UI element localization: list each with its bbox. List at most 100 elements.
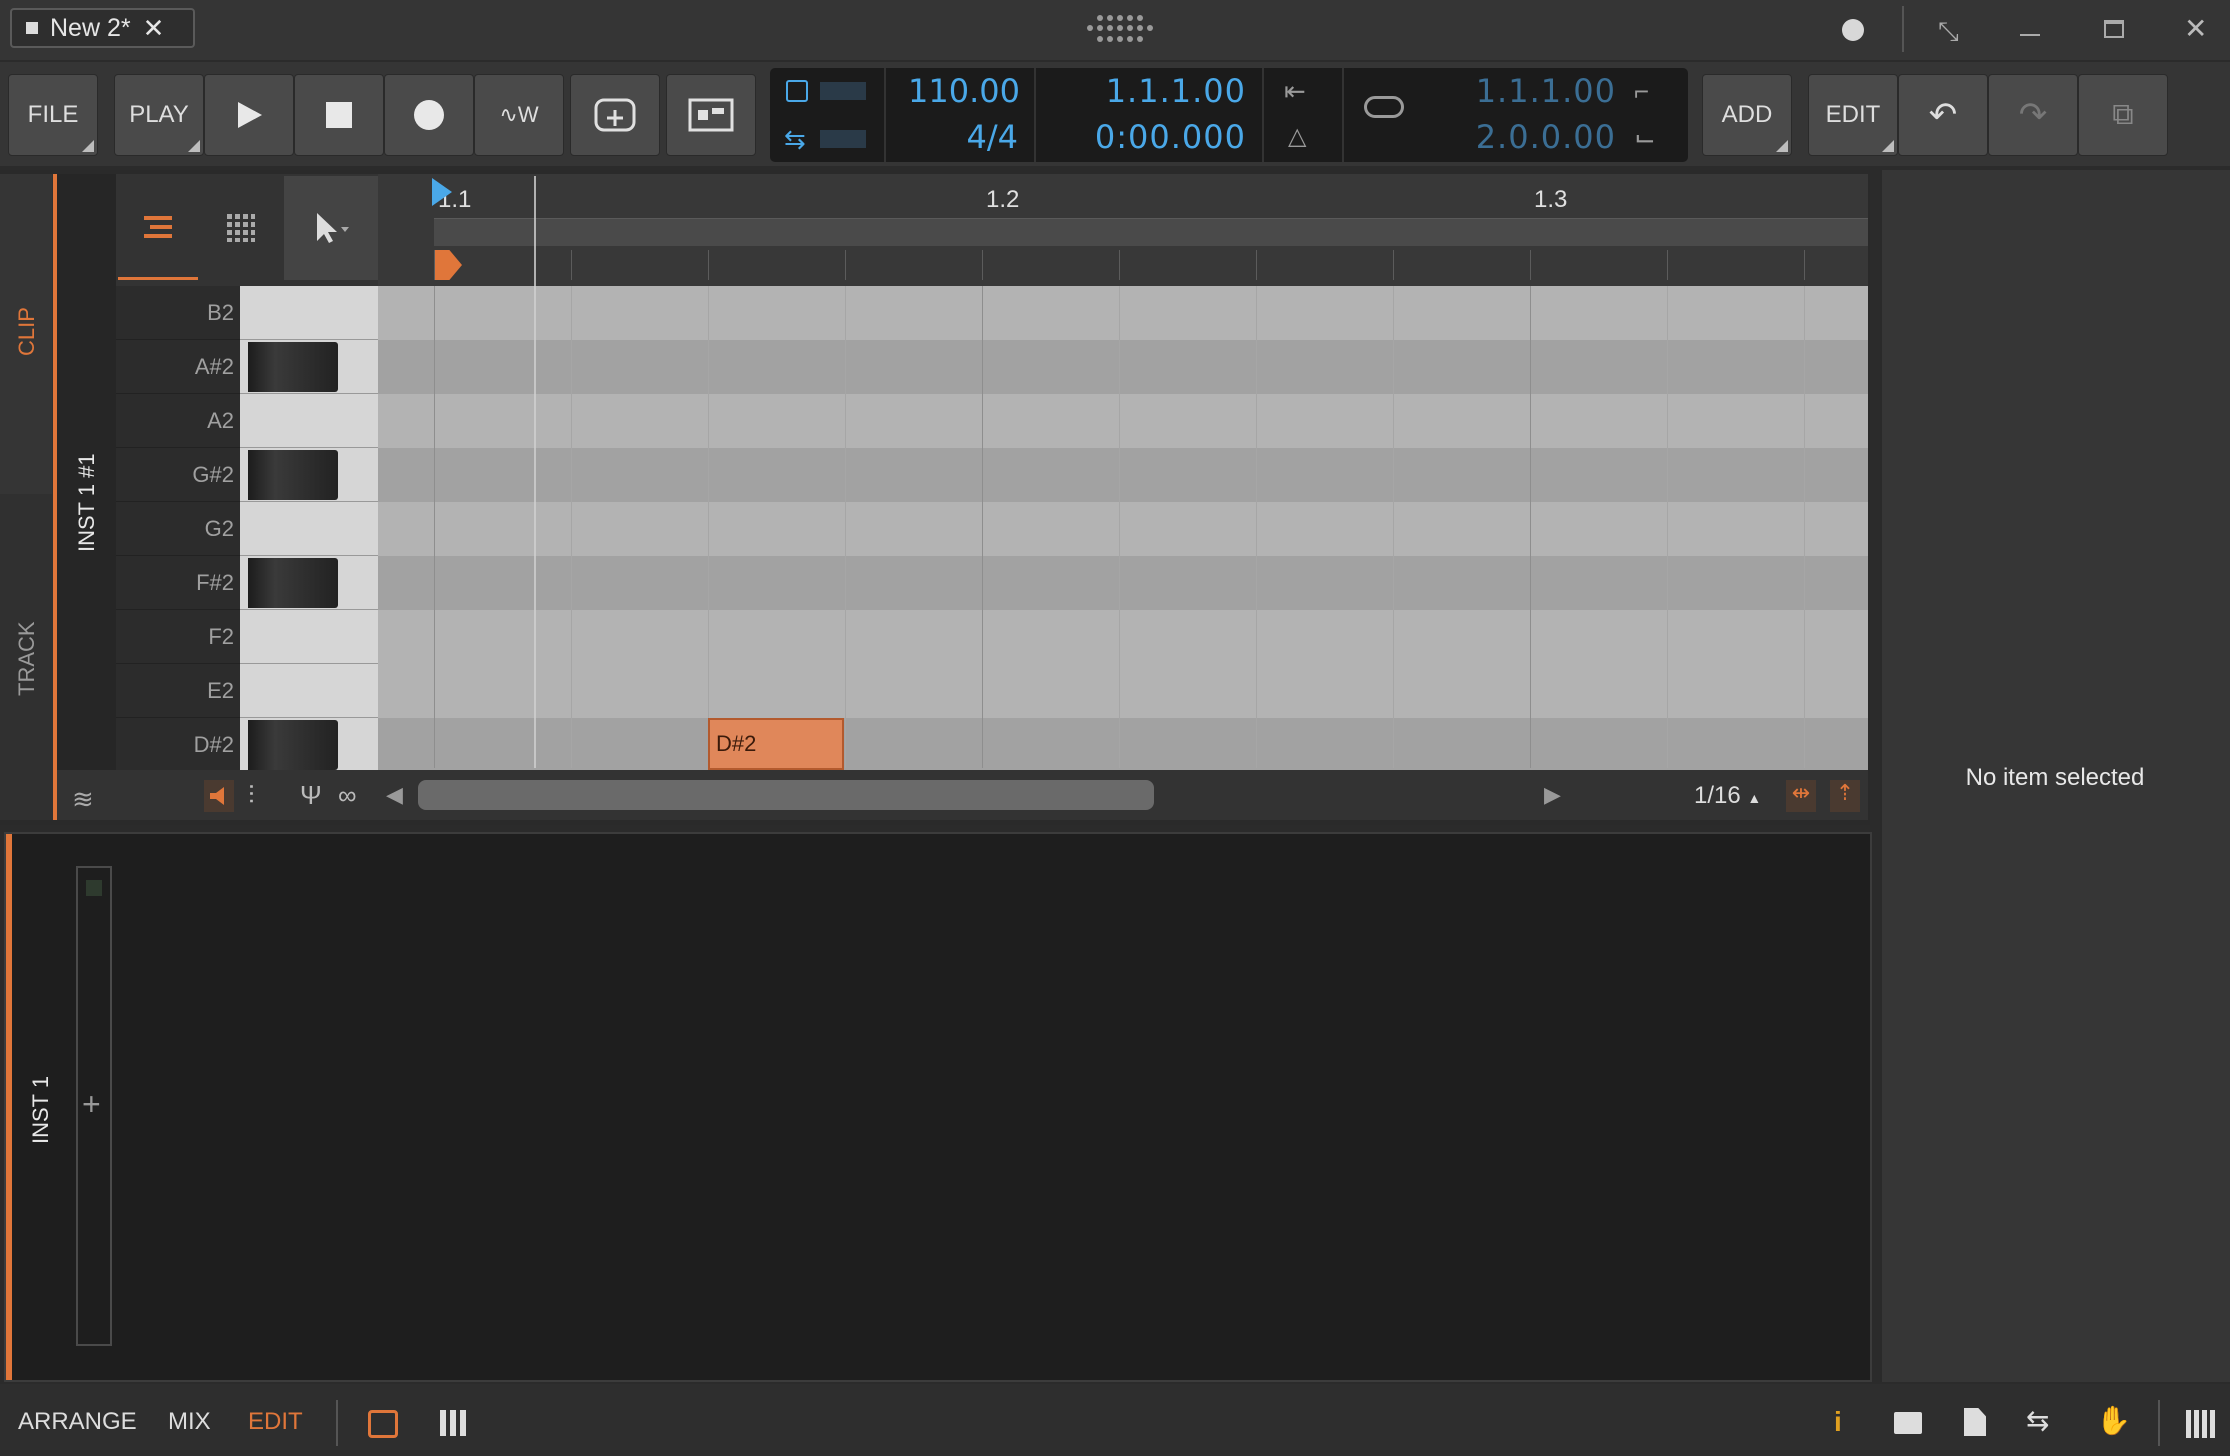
expressions-icon[interactable]: ⫶ [248,780,255,812]
scroll-right-icon[interactable]: ▶ [1544,782,1561,808]
pointer-tool-button[interactable] [284,176,378,280]
edit-button[interactable]: EDIT [1808,74,1898,156]
piano-key-black[interactable] [248,342,338,392]
folder-icon[interactable] [1894,1412,1922,1434]
note-lane[interactable] [378,286,1868,340]
piano-key-black[interactable] [248,558,338,608]
io-icon[interactable]: ⇆ [2026,1404,2049,1437]
note-lane[interactable] [378,340,1868,394]
position-bars[interactable]: 1.1.1.00 [1040,72,1246,110]
layout-toggle-button[interactable] [666,74,756,156]
ruler-tick [434,250,435,280]
piano-key-black[interactable] [248,450,338,500]
layout-icon [688,98,734,132]
play-menu-button[interactable]: PLAY [114,74,204,156]
piano-key-white[interactable] [240,286,378,340]
loop-icon[interactable] [1364,96,1404,118]
note-lane[interactable] [378,718,1868,772]
multi-panel-layout-icon[interactable] [440,1410,466,1436]
hand-icon[interactable]: ✋ [2096,1404,2131,1437]
undo-button[interactable]: ↶ [1898,74,1988,156]
midi-note[interactable]: D#2 [708,718,844,770]
piano-key-white[interactable] [240,664,378,718]
note-lane[interactable] [378,502,1868,556]
single-panel-layout-icon[interactable] [368,1410,398,1438]
loop-region-bar [434,218,1868,246]
loop-end[interactable]: 2.0.0.00 [1420,118,1616,156]
device-track-color-bar [6,834,12,1380]
tab-clip-label: CLIP [14,307,39,356]
playhead-marker-icon[interactable] [432,178,452,206]
info-icon[interactable]: i [1834,1406,1842,1438]
edit-view-button[interactable]: EDIT [248,1408,303,1436]
pre-roll-icon[interactable]: ⇤ [1284,76,1306,107]
clipboard-icon: ⧉ [2112,98,2134,131]
loop-start[interactable]: 1.1.1.00 [1420,72,1616,110]
audition-button[interactable] [204,780,234,812]
horizontal-scrollbar[interactable] [418,780,1154,810]
scroll-left-icon[interactable]: ◀ [386,782,403,808]
grid-line [1530,286,1531,768]
document-tab[interactable]: New 2* ✕ [10,8,195,48]
minimize-icon[interactable] [2020,34,2040,36]
piano-key-white[interactable] [240,502,378,556]
maximize-icon[interactable] [2104,20,2124,38]
redo-button[interactable]: ↷ [1988,74,2078,156]
keyboard-icon[interactable] [2186,1410,2216,1438]
chevron-up-icon: ▲ [1747,790,1762,806]
close-tab-icon[interactable]: ✕ [143,13,165,44]
ruler-tick [845,250,846,280]
add-device-icon[interactable]: + [82,1086,101,1123]
layers-icon[interactable]: ≋ [72,784,94,815]
drum-grid-view-button[interactable] [200,176,282,280]
divider [2158,1400,2160,1446]
record-indicator-icon[interactable] [1842,19,1864,41]
add-track-button[interactable] [570,74,660,156]
arrange-view-button[interactable]: ARRANGE [18,1408,137,1436]
io-meter [820,130,866,148]
tempo-value[interactable]: 110.00 [890,72,1020,110]
add-button[interactable]: ADD [1702,74,1792,156]
display-divider [1262,68,1264,162]
piano-key-white[interactable] [240,394,378,448]
ruler-marker: 1.2 [986,186,1020,213]
tab-track-label[interactable]: TRACK [14,621,40,696]
grid-line [845,286,846,768]
piano-key-white[interactable] [240,610,378,664]
mix-view-button[interactable]: MIX [168,1408,211,1436]
ruler-tick [1119,250,1120,280]
add-track-icon [594,98,636,132]
close-window-icon[interactable]: ✕ [2184,12,2207,45]
note-lane[interactable] [378,394,1868,448]
follow-button[interactable]: ⇡ [1830,780,1860,812]
time-signature[interactable]: 4/4 [890,118,1019,156]
punch-in-icon[interactable]: ⌐ [1634,76,1649,107]
display-divider [1034,68,1036,162]
add-label: ADD [1721,101,1773,128]
file-button[interactable]: FILE [8,74,98,156]
automation-write-button[interactable]: ∿W [474,74,564,156]
link-icon[interactable]: ∞ [338,780,357,811]
snap-button[interactable]: ⇹ [1786,780,1816,812]
metronome-icon[interactable]: △ [1288,122,1306,151]
record-button[interactable] [384,74,474,156]
device-slot[interactable]: + [76,866,112,1346]
redo-icon: ↷ [2018,96,2048,134]
ruler-tick [1530,250,1531,280]
stop-button[interactable] [294,74,384,156]
fork-icon[interactable]: Ψ [300,780,322,811]
track-name: INST 1 #1 [74,453,99,552]
note-lane[interactable] [378,610,1868,664]
divider [336,1400,338,1446]
note-lane[interactable] [378,556,1868,610]
punch-out-icon[interactable]: ⌙ [1634,122,1656,153]
play-button[interactable] [204,74,294,156]
note-lane[interactable] [378,448,1868,502]
position-time[interactable]: 0:00.000 [1040,118,1246,156]
note-list-view-button[interactable] [118,176,198,280]
paste-button[interactable]: ⧉ [2078,74,2168,156]
piano-key-black[interactable] [248,720,338,770]
note-lane[interactable] [378,664,1868,718]
restore-layout-icon[interactable]: ⤡ [1938,16,1959,48]
grid-resolution[interactable]: 1/16 ▲ [1694,782,1761,810]
